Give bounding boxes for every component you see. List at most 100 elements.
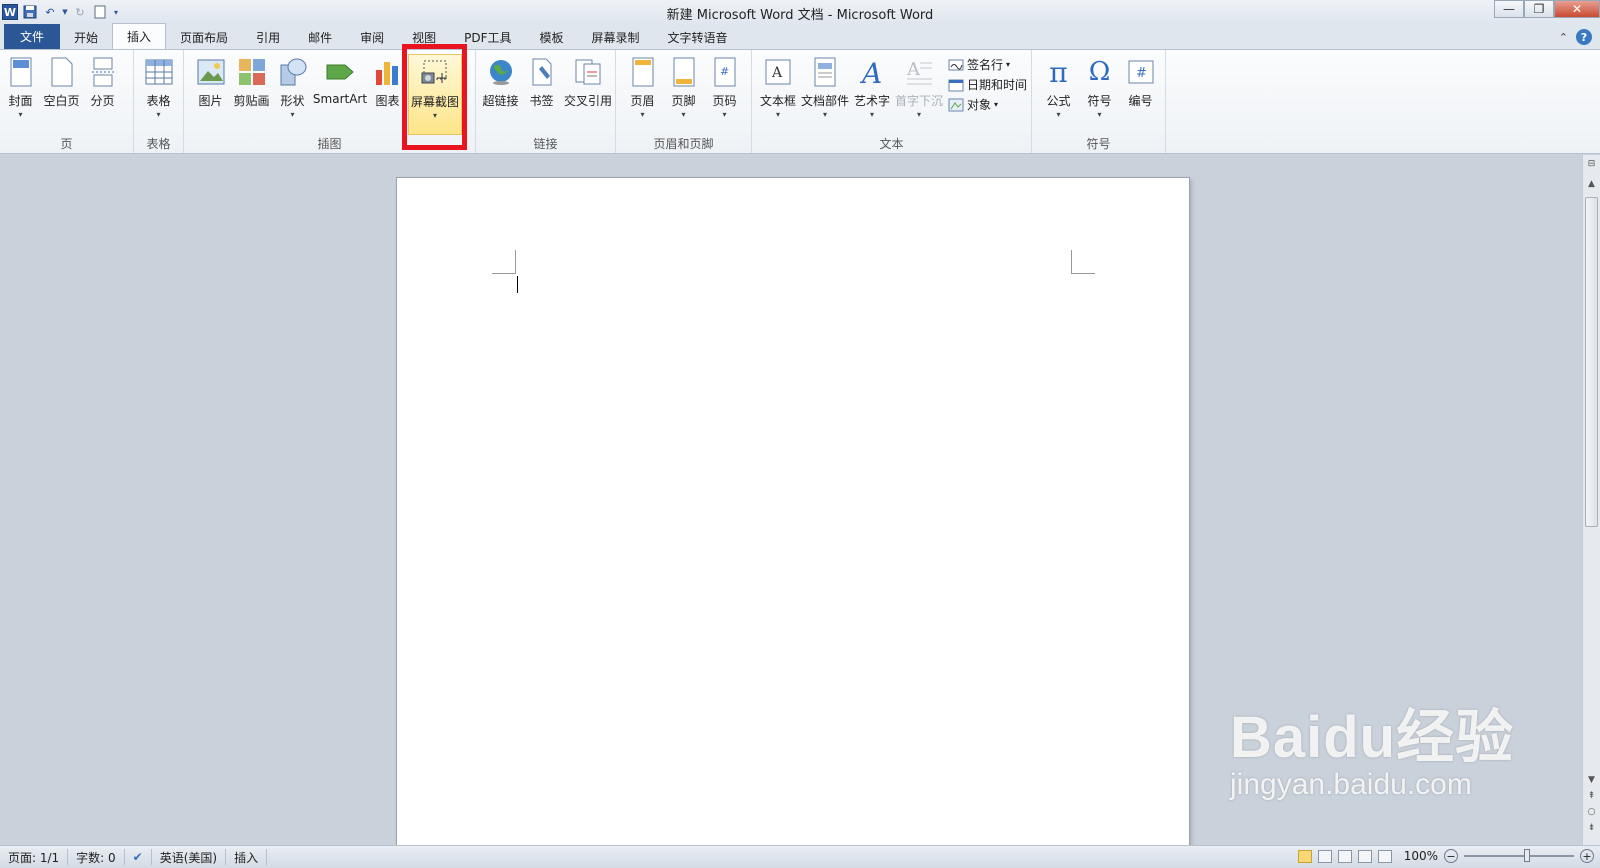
object-icon (948, 98, 964, 111)
save-icon[interactable] (22, 4, 38, 20)
chevron-down-icon: ▾ (640, 110, 645, 119)
tab-references[interactable]: 引用 (242, 25, 294, 49)
bookmark-button[interactable]: 书签 (521, 54, 562, 135)
outline-view-icon[interactable] (1357, 849, 1372, 863)
web-layout-view-icon[interactable] (1337, 849, 1352, 863)
clip-art-button[interactable]: 剪贴画 (231, 54, 272, 135)
hyperlink-button[interactable]: 超链接 (480, 54, 521, 135)
page-number-button[interactable]: # 页码 ▾ (704, 54, 745, 135)
quick-parts-button[interactable]: 文档部件 ▾ (800, 54, 850, 135)
document-page[interactable] (396, 177, 1190, 857)
browse-object-icon[interactable]: ○ (1583, 807, 1600, 817)
tab-insert[interactable]: 插入 (112, 23, 167, 49)
blank-page-button[interactable]: 空白页 (41, 54, 82, 135)
word-app-icon[interactable]: W (2, 4, 18, 20)
group-table: 表格 ▾ 表格 (134, 50, 184, 153)
status-bar: 页面: 1/1 字数: 0 ✔ 英语(美国) 插入 100% − + (0, 845, 1600, 868)
redo-icon[interactable]: ↻ (72, 4, 88, 20)
date-time-button[interactable]: 日期和时间 (948, 76, 1027, 93)
help-icon[interactable]: ? (1576, 29, 1592, 45)
next-page-icon[interactable]: ⇟ (1583, 823, 1600, 833)
svg-text:#: # (1136, 66, 1147, 81)
watermark-logo-text: Baidu经验 (1230, 705, 1515, 770)
equation-button[interactable]: π 公式 ▾ (1038, 54, 1079, 135)
smartart-button[interactable]: SmartArt (313, 54, 367, 135)
drop-cap-button[interactable]: A 首字下沉 ▾ (894, 54, 944, 135)
zoom-level[interactable]: 100% (1404, 849, 1438, 863)
word-count[interactable]: 字数: 0 (68, 849, 125, 865)
minimize-ribbon-icon[interactable]: ⌃ (1559, 31, 1568, 44)
blank-page-icon (47, 56, 77, 88)
zoom-slider[interactable] (1464, 849, 1574, 862)
undo-dropdown-icon[interactable]: ▼ (62, 4, 68, 20)
omega-icon: Ω (1088, 57, 1111, 87)
tab-file[interactable]: 文件 (4, 24, 61, 49)
group-label-page: 页 (60, 137, 73, 151)
clip-art-icon (237, 56, 267, 88)
previous-page-icon[interactable]: ⇞ (1583, 791, 1600, 801)
undo-icon[interactable]: ↶ (42, 4, 58, 20)
shapes-button[interactable]: 形状 ▾ (272, 54, 313, 135)
numbering-button[interactable]: # 编号 (1120, 54, 1161, 135)
scroll-down-icon[interactable]: ▼ (1583, 775, 1600, 785)
footer-button[interactable]: 页脚 ▾ (663, 54, 704, 135)
ruler-toggle-icon[interactable]: ⊟ (1583, 159, 1600, 169)
scroll-up-icon[interactable]: ▲ (1583, 179, 1600, 189)
page-break-button[interactable]: 分页 (82, 54, 123, 135)
picture-icon (196, 56, 226, 88)
tab-review[interactable]: 审阅 (346, 25, 398, 49)
restore-icon[interactable]: ❐ (1524, 0, 1554, 18)
group-page: 封面 ▾ 空白页 分页 页 (0, 50, 134, 153)
page-break-icon (88, 56, 118, 88)
tab-page-layout[interactable]: 页面布局 (166, 25, 242, 49)
watermark-url: jingyan.baidu.com (1230, 768, 1472, 801)
tab-text-to-speech[interactable]: 文字转语音 (654, 25, 742, 49)
zoom-slider-knob[interactable] (1524, 849, 1530, 862)
tab-screen-recording[interactable]: 屏幕录制 (578, 25, 654, 49)
ribbon: 封面 ▾ 空白页 分页 页 表格 ▾ 表格 图片 剪贴画 形状 ▾ SmartA… (0, 50, 1600, 154)
svg-text:#: # (720, 65, 729, 78)
shapes-icon (278, 56, 308, 88)
close-icon[interactable]: ✕ (1554, 0, 1600, 18)
zoom-in-icon[interactable]: + (1580, 849, 1594, 863)
baidu-watermark: Baidu经验 jingyan.baidu.com (1230, 690, 1514, 802)
svg-text:A: A (906, 59, 921, 80)
group-label-header-footer: 页眉和页脚 (653, 137, 714, 151)
scroll-thumb[interactable] (1585, 197, 1598, 527)
symbol-button[interactable]: Ω 符号 ▾ (1079, 54, 1120, 135)
print-layout-view-icon[interactable] (1297, 849, 1312, 863)
new-document-icon[interactable] (92, 4, 108, 20)
signature-line-button[interactable]: 签名行 ▾ (948, 56, 1027, 73)
wordart-button[interactable]: A 艺术字 ▾ (850, 54, 894, 135)
tab-home[interactable]: 开始 (60, 25, 112, 49)
tab-mailings[interactable]: 邮件 (294, 25, 346, 49)
vertical-scrollbar[interactable]: ⊟ ▲ ▼ ⇞ ○ ⇟ (1582, 155, 1600, 845)
draft-view-icon[interactable] (1377, 849, 1392, 863)
margin-corner-left (492, 250, 516, 274)
header-button[interactable]: 页眉 ▾ (622, 54, 663, 135)
chevron-down-icon: ▾ (1056, 110, 1061, 119)
cover-page-button[interactable]: 封面 ▾ (0, 54, 41, 135)
picture-button[interactable]: 图片 (190, 54, 231, 135)
page-count[interactable]: 页面: 1/1 (0, 849, 69, 865)
object-button[interactable]: 对象 ▾ (948, 96, 1027, 113)
tab-templates[interactable]: 模板 (526, 25, 578, 49)
group-label-symbols: 符号 (1086, 137, 1111, 151)
chevron-down-icon: ▾ (822, 110, 827, 119)
table-button[interactable]: 表格 ▾ (138, 54, 179, 135)
group-label-table: 表格 (146, 137, 171, 151)
full-screen-reading-view-icon[interactable] (1317, 849, 1332, 863)
proofing-status[interactable]: ✔ (125, 849, 152, 865)
window-controls: — ❐ ✕ (1494, 0, 1600, 18)
insert-mode-status[interactable]: 插入 (226, 849, 268, 865)
cross-reference-button[interactable]: 交叉引用 (562, 54, 614, 135)
language-status[interactable]: 英语(美国) (152, 849, 227, 865)
zoom-out-icon[interactable]: − (1444, 849, 1458, 863)
wordart-icon: A (857, 56, 887, 88)
chevron-down-icon: ▾ (916, 110, 921, 119)
bookmark-icon (527, 56, 557, 88)
minimize-icon[interactable]: — (1494, 0, 1524, 18)
customize-qat-icon[interactable]: ▾ (112, 4, 120, 20)
text-box-button[interactable]: A 文本框 ▾ (756, 54, 800, 135)
page-number-icon: # (710, 56, 740, 88)
